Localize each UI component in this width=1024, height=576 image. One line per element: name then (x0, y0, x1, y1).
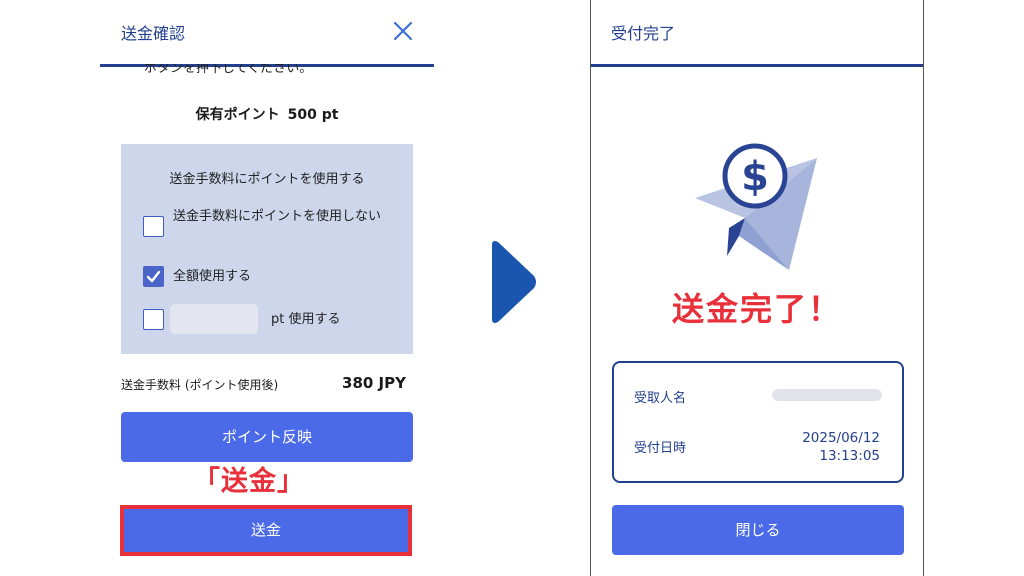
option-label-no-points: 送金手数料にポイントを使用しない (173, 209, 382, 224)
fee-label: 送金手数料 (ポイント使用後) (121, 378, 279, 392)
header-divider (591, 64, 923, 67)
paper-plane-dollar-icon: $ (695, 143, 817, 270)
close-button[interactable]: 閉じる (612, 505, 904, 555)
send-annotation: 「送金」 (193, 466, 305, 497)
receipt-datetime: 2025/06/12 13:13:05 (802, 429, 880, 465)
page-title: 送金確認 (121, 24, 186, 43)
page-title: 受付完了 (611, 24, 676, 43)
checkbox-use-all[interactable] (143, 266, 164, 287)
completion-message: 送金完了！ (671, 290, 842, 328)
close-icon[interactable] (390, 18, 416, 44)
apply-points-button[interactable]: ポイント反映 (121, 412, 413, 462)
points-value: 500 pt (287, 107, 339, 123)
completion-screen: 受付完了 $ 送金完了！ 受取人名 受付日時 2025/06/12 13:13:… (590, 0, 924, 576)
fee-value: 380 JPY (342, 374, 406, 392)
instruction-text: ボタンを押下してください。 (144, 64, 313, 76)
next-arrow-icon (492, 241, 536, 323)
recipient-name-redacted (772, 389, 882, 401)
send-confirm-screen: 送金確認 ボタンを押下してください。 保有ポイント 500 pt 送金手数料にポイ… (100, 0, 434, 576)
points-label: 保有ポイント (195, 107, 280, 123)
option-label-use-custom: pt 使用する (271, 312, 341, 327)
svg-text:$: $ (741, 154, 769, 200)
checkbox-no-points[interactable] (143, 216, 164, 237)
check-icon (146, 270, 161, 283)
date-label: 受付日時 (634, 441, 687, 456)
send-button[interactable]: 送金 (124, 509, 408, 552)
receipt-date: 2025/06/12 (802, 430, 880, 446)
options-title: 送金手数料にポイントを使用する (169, 172, 365, 187)
option-label-use-all: 全額使用する (173, 269, 252, 284)
fee-row: 送金手数料 (ポイント使用後) 380 JPY (121, 374, 413, 393)
points-amount-input[interactable] (170, 304, 258, 334)
fee-point-options: 送金手数料にポイントを使用する 送金手数料にポイントを使用しない 全額使用する … (121, 144, 413, 354)
recipient-label: 受取人名 (634, 391, 687, 406)
checkbox-use-custom[interactable] (143, 309, 164, 330)
receipt-time: 13:13:05 (819, 448, 880, 464)
receipt-info: 受取人名 受付日時 2025/06/12 13:13:05 (612, 361, 904, 483)
points-balance: 保有ポイント 500 pt (100, 104, 434, 124)
